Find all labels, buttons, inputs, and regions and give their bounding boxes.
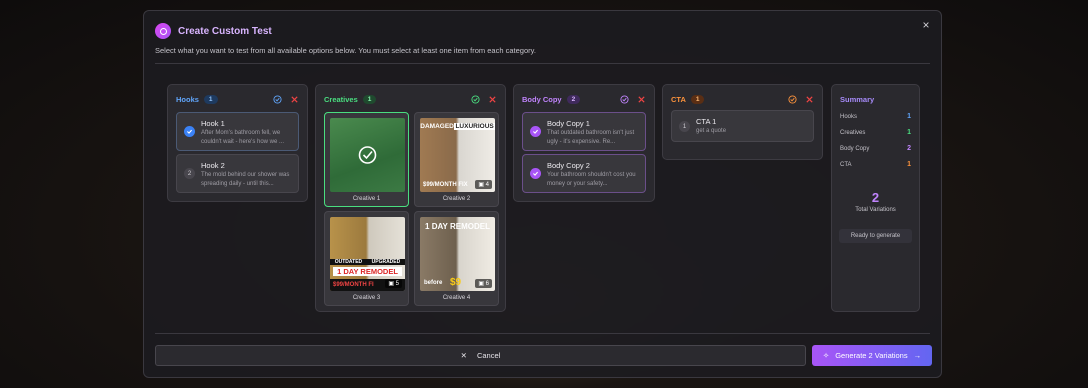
target-icon (155, 23, 171, 39)
hook-desc: After Mom's bathroom fell, we couldn't w… (201, 130, 284, 145)
summary-row-hooks: Hooks 1 (840, 113, 911, 120)
creative-banner: 1 DAY REMODEL (333, 267, 402, 276)
checked-icon (530, 126, 541, 137)
sparkle-icon: ✧ (822, 351, 830, 360)
summary-row-body-copy: Body Copy 2 (840, 145, 911, 152)
creative-before-tag: before (424, 280, 443, 286)
modal-title: Create Custom Test (178, 25, 272, 37)
creative-card-2[interactable]: DAMAGED LUXURIOUS $99/MONTH FIX ▣ 4 Crea… (414, 112, 499, 207)
body-copy-item-2[interactable]: Body Copy 2 Your bathroom shouldn't cost… (522, 154, 646, 193)
generate-variations-button[interactable]: ✧ Generate 2 Variations → (812, 345, 932, 366)
creatives-count-badge: 1 (362, 94, 377, 104)
summary-row-cta: CTA 1 (840, 161, 911, 168)
checked-icon (530, 168, 541, 179)
summary-title: Summary (840, 95, 875, 104)
divider (155, 333, 930, 334)
generate-button-label: Generate 2 Variations (835, 351, 908, 360)
body-copy-item-title: Body Copy 1 (547, 119, 590, 128)
cta-item-desc: get a quote (696, 128, 727, 134)
body-copy-item-desc: Your bathroom shouldn't cost you money o… (547, 172, 636, 187)
hook-item-1[interactable]: Hook 1 After Mom's bathroom fell, we cou… (176, 112, 299, 151)
total-variations-count: 2 (871, 190, 880, 205)
body-copy-count-badge: 2 (566, 94, 581, 104)
selected-check-icon (358, 146, 377, 164)
status-badge: Ready to generate (839, 229, 912, 243)
cancel-button-label: Cancel (476, 351, 501, 360)
creative-label: Creative 1 (352, 196, 381, 202)
body-copy-item-desc: That outdated bathroom isn't just ugly -… (547, 130, 635, 145)
divider (155, 63, 930, 64)
arrow-right-icon: → (913, 351, 922, 360)
creative-thumbnail: DAMAGED LUXURIOUS $99/MONTH FIX ▣ 4 (420, 118, 495, 192)
creative-thumbnail: 1 DAY REMODEL before $9 ▣ 6 (420, 217, 495, 291)
creative-thumbnail: OUTDATED UPGRADED 1 DAY REMODEL $99/MONT… (330, 217, 405, 291)
creative-caption-right: LUXURIOUS (454, 123, 495, 130)
creatives-panel: Creatives 1 Creative 1 DAMAGED LUXURIOUS (315, 84, 506, 312)
creative-label: Creative 2 (442, 196, 471, 202)
hooks-count-badge: 1 (203, 94, 218, 104)
close-icon: ✕ (460, 351, 467, 360)
hook-title: Hook 1 (201, 119, 225, 128)
select-all-icon[interactable] (788, 94, 797, 104)
hook-desc: The mold behind our shower was spreading… (201, 172, 290, 187)
image-count-badge: ▣ 5 (385, 279, 402, 288)
body-copy-title: Body Copy (522, 94, 562, 104)
create-custom-test-modal: × Create Custom Test Select what you wan… (143, 10, 942, 378)
select-all-icon[interactable] (620, 94, 629, 104)
hook-title: Hook 2 (201, 161, 225, 170)
clear-icon[interactable] (805, 95, 814, 104)
creative-tag-right: UPGRADED (371, 259, 401, 265)
hooks-panel: Hooks 1 Hook 1 After Mom's bathroom fell… (167, 84, 308, 202)
modal-subtitle: Select what you want to test from all av… (155, 46, 536, 55)
creative-thumbnail (330, 118, 405, 192)
clear-icon[interactable] (488, 95, 497, 104)
creative-card-3[interactable]: OUTDATED UPGRADED 1 DAY REMODEL $99/MONT… (324, 211, 409, 306)
hook-item-2[interactable]: 2 Hook 2 The mold behind our shower was … (176, 154, 299, 193)
select-all-icon[interactable] (471, 94, 480, 104)
creative-label: Creative 4 (442, 295, 471, 301)
cta-item-title: CTA 1 (696, 117, 717, 126)
creative-price: $99/MONTH FI (333, 282, 374, 288)
body-copy-panel: Body Copy 2 Body Copy 1 That outdated ba… (513, 84, 655, 202)
cta-item-1[interactable]: 1 CTA 1 get a quote (671, 110, 814, 142)
creative-caption-left: DAMAGED (420, 123, 454, 130)
creative-price: $99/MONTH FIX (423, 182, 468, 188)
image-count-badge: ▣ 4 (475, 180, 492, 189)
image-count-badge: ▣ 6 (475, 279, 492, 288)
clear-icon[interactable] (290, 95, 299, 104)
close-icon[interactable]: × (919, 18, 933, 32)
cta-title: CTA (671, 94, 686, 104)
modal-header: Create Custom Test Select what you want … (155, 23, 536, 55)
hook-index: 2 (184, 168, 195, 179)
creative-price: $9 (450, 277, 462, 288)
creative-caption: 1 DAY REMODEL (425, 222, 490, 231)
creatives-title: Creatives (324, 94, 358, 104)
creative-label: Creative 3 (352, 295, 381, 301)
creative-tag-left: OUTDATED (334, 259, 363, 265)
clear-icon[interactable] (637, 95, 646, 104)
body-copy-item-1[interactable]: Body Copy 1 That outdated bathroom isn't… (522, 112, 646, 151)
cancel-button[interactable]: ✕ Cancel (155, 345, 806, 366)
hooks-title: Hooks (176, 94, 199, 104)
select-all-icon[interactable] (273, 94, 282, 104)
checked-icon (184, 126, 195, 137)
creative-card-1[interactable]: Creative 1 (324, 112, 409, 207)
cta-index: 1 (679, 121, 690, 132)
creative-card-4[interactable]: 1 DAY REMODEL before $9 ▣ 6 Creative 4 (414, 211, 499, 306)
cta-count-badge: 1 (690, 94, 705, 104)
summary-panel: Summary Hooks 1 Creatives 1 Body Copy 2 CTA… (831, 84, 920, 312)
body-copy-item-title: Body Copy 2 (547, 161, 590, 170)
summary-row-creatives: Creatives 1 (840, 129, 911, 136)
total-variations-label: Total Variations (855, 207, 896, 213)
cta-panel: CTA 1 1 CTA 1 get a quote (662, 84, 823, 160)
